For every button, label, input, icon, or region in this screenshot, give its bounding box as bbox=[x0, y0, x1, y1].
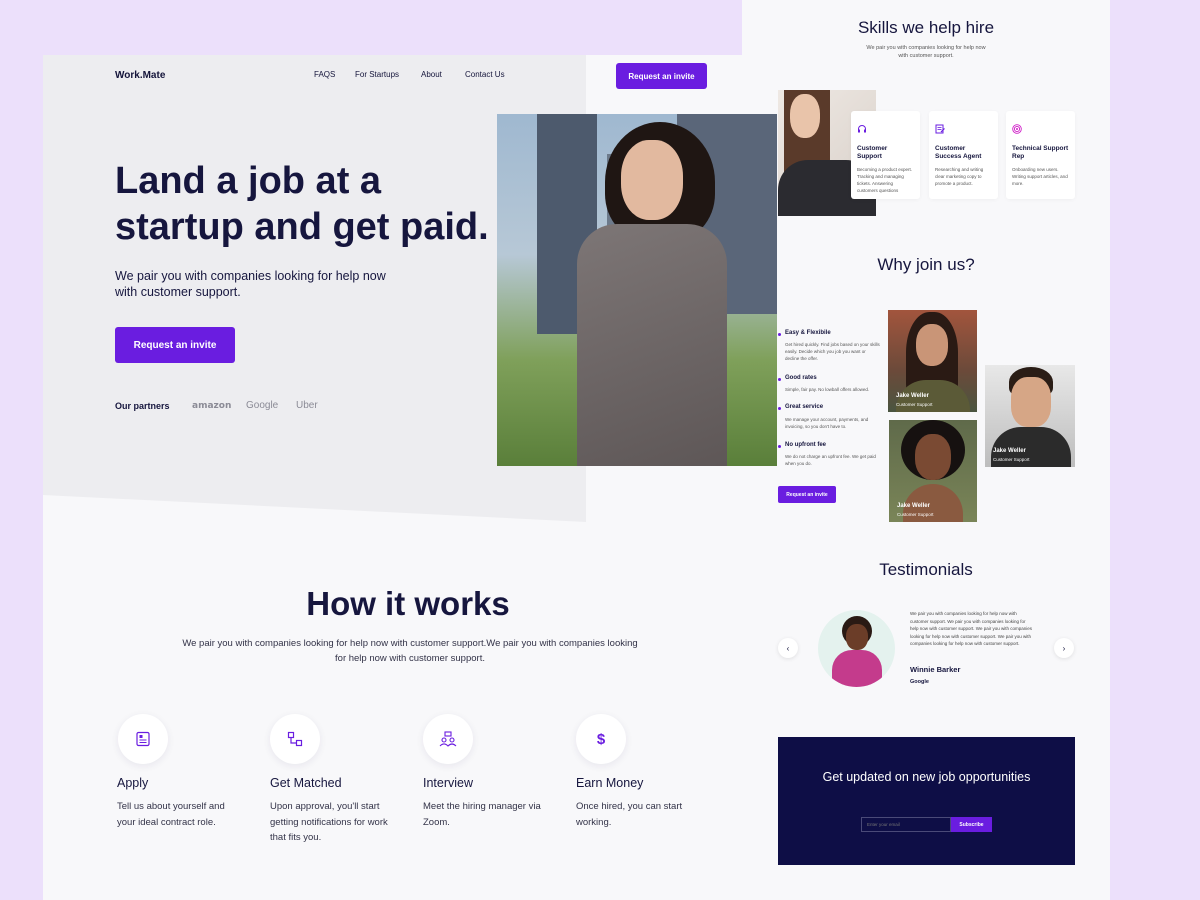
person-card: Jake Weller Customer Support bbox=[889, 420, 977, 522]
skill-card-desc: Onboarding new users. Writing support ar… bbox=[1012, 167, 1068, 186]
skill-card-title: Customer Success Agent bbox=[935, 145, 982, 160]
benefit-title: Easy & Flexibile bbox=[785, 330, 831, 336]
person-name: Jake Weller bbox=[897, 503, 930, 509]
hero-subtitle: We pair you with companies looking for h… bbox=[115, 269, 386, 299]
why-join-title: Why join us? bbox=[877, 255, 975, 274]
skill-card-desc: Researching and writing clear marketing … bbox=[935, 167, 984, 186]
skill-card-technical-support-rep[interactable]: Technical Support Rep Onboarding new use… bbox=[1006, 111, 1075, 199]
partner-uber-logo: Uber bbox=[296, 400, 318, 411]
bullet-dot bbox=[778, 333, 781, 336]
skill-card-desc: Becoming a product expert. Tracking and … bbox=[857, 167, 913, 193]
person-name: Jake Weller bbox=[993, 448, 1026, 454]
benefit-title: Great service bbox=[785, 404, 824, 410]
benefit-desc: Get hired quickly. Find jobs based on yo… bbox=[785, 342, 880, 361]
match-icon bbox=[270, 714, 320, 764]
skill-card-title: Technical Support Rep bbox=[1012, 145, 1069, 160]
benefit-desc: Simple, fair pay. No lowball offers allo… bbox=[785, 387, 870, 392]
step-earn-money-title: Earn Money bbox=[576, 776, 644, 790]
step-interview-title: Interview bbox=[423, 776, 474, 790]
testimonial-avatar bbox=[818, 610, 895, 687]
step-get-matched-title: Get Matched bbox=[270, 776, 342, 790]
brand-logo[interactable]: Work.Mate bbox=[115, 70, 165, 81]
nav-for-startups[interactable]: For Startups bbox=[355, 70, 399, 79]
newsletter-email-input[interactable] bbox=[861, 817, 951, 832]
skill-card-title: Customer Support bbox=[857, 145, 888, 160]
benefit-desc: We manage your account, payments, and in… bbox=[785, 417, 869, 429]
testimonial-next-button[interactable]: › bbox=[1054, 638, 1074, 658]
person-card: Jake Weller Customer Support bbox=[888, 310, 977, 412]
nav-request-invite-button[interactable]: Request an invite bbox=[616, 63, 707, 89]
edit-icon bbox=[935, 124, 945, 134]
person-role: Customer Support bbox=[896, 402, 933, 407]
step-apply-desc: Tell us about yourself and your ideal co… bbox=[117, 801, 225, 828]
testimonial-name: Winnie Barker bbox=[910, 665, 961, 674]
step-get-matched-desc: Upon approval, you'll start getting noti… bbox=[270, 801, 388, 843]
benefit-title: Good rates bbox=[785, 375, 817, 381]
skill-card-customer-support[interactable]: Customer Support Becoming a product expe… bbox=[851, 111, 920, 199]
benefit-desc: We do not charge an upfront fee. We get … bbox=[785, 454, 876, 466]
nav-about[interactable]: About bbox=[421, 70, 442, 79]
person-role: Customer Support bbox=[993, 457, 1030, 462]
skills-subtitle: We pair you with companies looking for h… bbox=[866, 45, 986, 59]
hero-title: Land a job at a startup and get paid. bbox=[115, 160, 489, 248]
why-request-invite-button[interactable]: Request an invite bbox=[778, 486, 836, 503]
nav-contact-us[interactable]: Contact Us bbox=[465, 70, 505, 79]
nav-faqs[interactable]: FAQS bbox=[314, 70, 335, 79]
testimonial-company: Google bbox=[910, 679, 929, 685]
step-apply-title: Apply bbox=[117, 776, 149, 790]
newsletter-subscribe-button[interactable]: Subscribe bbox=[951, 817, 992, 832]
dollar-icon: $ bbox=[576, 714, 626, 764]
bullet-dot bbox=[778, 378, 781, 381]
hero-request-invite-button[interactable]: Request an invite bbox=[115, 327, 235, 363]
partners-label: Our partners bbox=[115, 401, 170, 411]
target-icon bbox=[1012, 124, 1022, 134]
bullet-dot bbox=[778, 407, 781, 410]
skills-title: Skills we help hire bbox=[857, 18, 995, 37]
interview-icon bbox=[423, 714, 473, 764]
document-icon bbox=[118, 714, 168, 764]
partner-amazon-logo: amazon bbox=[192, 401, 232, 411]
newsletter-panel bbox=[778, 737, 1075, 865]
hero-photo bbox=[497, 114, 777, 466]
partner-google-logo: Google bbox=[246, 400, 279, 411]
testimonial-prev-button[interactable]: ‹ bbox=[778, 638, 798, 658]
how-it-works-subtitle: We pair you with companies looking for h… bbox=[182, 638, 638, 664]
testimonial-quote: We pair you with companies looking for h… bbox=[910, 611, 1032, 647]
person-card: Jake Weller Customer Support bbox=[985, 365, 1075, 467]
person-role: Customer Support bbox=[897, 512, 934, 517]
person-name: Jake Weller bbox=[896, 393, 929, 399]
bullet-dot bbox=[778, 445, 781, 448]
how-it-works-title: How it works bbox=[306, 585, 510, 622]
headset-icon bbox=[858, 125, 866, 133]
newsletter-title: Get updated on new job opportunities bbox=[822, 770, 1031, 784]
testimonials-title: Testimonials bbox=[879, 560, 973, 579]
skill-card-customer-success-agent[interactable]: Customer Success Agent Researching and w… bbox=[929, 111, 998, 199]
benefit-title: No upfront fee bbox=[785, 442, 826, 448]
step-earn-money-desc: Once hired, you can start working. bbox=[576, 801, 683, 828]
step-interview-desc: Meet the hiring manager via Zoom. bbox=[423, 801, 541, 828]
